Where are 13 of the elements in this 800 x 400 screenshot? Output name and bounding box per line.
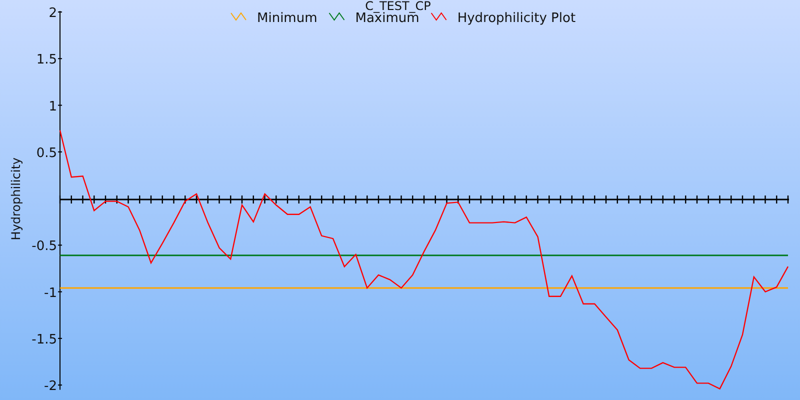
legend-label: Maximum	[355, 11, 420, 26]
tick-label: -0.5	[32, 239, 57, 254]
tick-label: -2	[44, 379, 57, 394]
chart-title: C_TEST_CP	[365, 0, 431, 13]
legend-label: Minimum	[257, 11, 318, 26]
tick-label: 2	[48, 6, 57, 21]
axis-title: Hydrophilicity	[9, 158, 23, 240]
tick-label: -1	[44, 286, 57, 301]
tick-label: 0.5	[36, 146, 57, 161]
tick-label: -1.5	[32, 332, 57, 348]
legend-label: Hydrophilicity Plot	[457, 11, 576, 26]
tick-label: 1.5	[36, 52, 57, 68]
tick-label: 1	[48, 99, 57, 114]
